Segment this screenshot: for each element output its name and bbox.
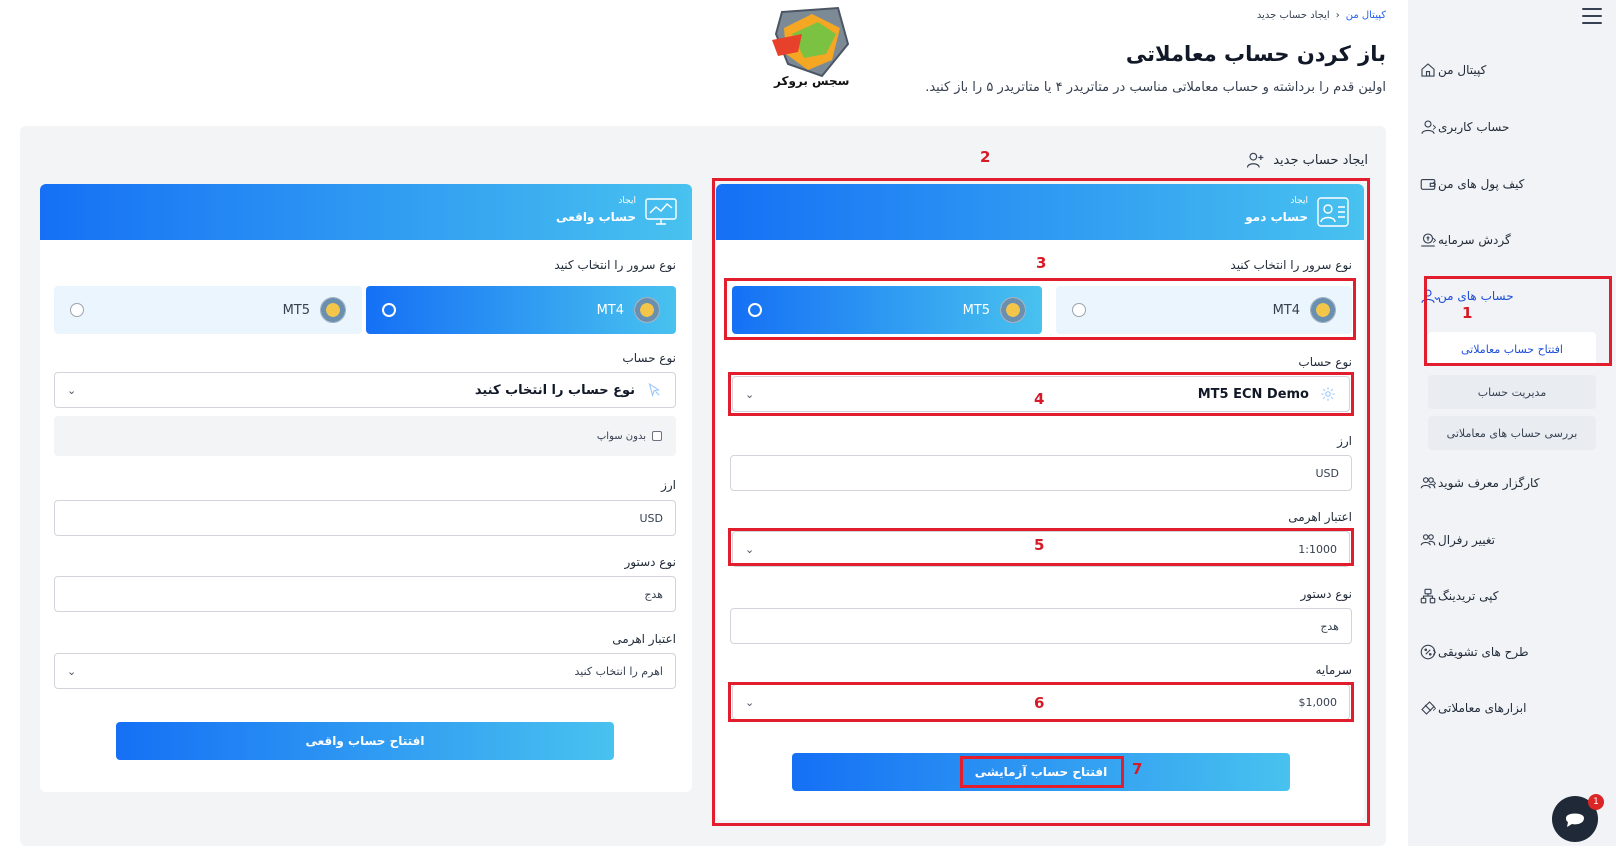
page-title: باز کردن حساب معاملاتی xyxy=(1125,42,1386,66)
sidebar-item-user-account[interactable]: ‹ حساب کاربری xyxy=(1408,107,1616,147)
real-leverage-select[interactable]: اهرم را انتخاب کنید ⌄ xyxy=(54,653,676,689)
demo-card-header: ایجاد حساب دمو xyxy=(716,184,1364,240)
hamburger-menu-icon[interactable] xyxy=(1582,8,1602,24)
sidebar: کپیتال من ‹ حساب کاربری ‹ کیف پول های من… xyxy=(1408,0,1616,846)
demo-capital-label: سرمایه xyxy=(1315,663,1352,677)
sidebar-item-copy-trading[interactable]: کپی تریدینگ xyxy=(1408,576,1616,616)
gear-icon xyxy=(1319,385,1337,403)
chevron-down-icon: ⌄ xyxy=(745,695,755,709)
annotation-number-1: 1 xyxy=(1462,304,1473,322)
annotation-number-6: 6 xyxy=(1034,694,1045,712)
radio-button[interactable] xyxy=(1072,303,1086,317)
brand-logo-text: سجس بروکر xyxy=(774,74,850,88)
demo-account-card: ایجاد حساب دمو xyxy=(716,184,1364,820)
home-icon xyxy=(1418,60,1438,80)
breadcrumb-home-link[interactable]: کپیتال من xyxy=(1346,10,1386,21)
real-server-option-mt4[interactable]: MT4 xyxy=(366,286,676,334)
radio-button-selected[interactable] xyxy=(382,303,396,317)
real-order-type-field[interactable]: هدج xyxy=(54,576,676,612)
demo-server-option-mt5[interactable]: MT5 xyxy=(732,286,1042,334)
swap-free-checkbox[interactable] xyxy=(652,431,662,441)
annotation-number-4: 4 xyxy=(1034,390,1045,408)
demo-order-type-field[interactable]: هدج xyxy=(730,608,1352,644)
breadcrumb-current: ایجاد حساب جدید xyxy=(1256,10,1330,21)
annotation-number-2: 2 xyxy=(980,148,991,166)
annotation-number-5: 5 xyxy=(1034,536,1045,554)
demo-order-type-label: نوع دستور xyxy=(1300,587,1352,601)
sidebar-item-capital-flow[interactable]: ‹ گردش سرمایه xyxy=(1408,220,1616,260)
sidebar-item-change-referral[interactable]: تغییر رفرال xyxy=(1408,520,1616,560)
cursor-click-icon xyxy=(645,381,663,399)
radio-button[interactable] xyxy=(70,303,84,317)
radio-button-selected[interactable] xyxy=(748,303,762,317)
breadcrumb: کپیتال من ‹ ایجاد حساب جدید xyxy=(1257,10,1386,21)
page-subtitle: اولین قدم را برداشته و حساب معاملاتی منا… xyxy=(925,80,1386,95)
sidebar-subitem-manage-account[interactable]: مدیریت حساب xyxy=(1428,375,1596,409)
chevron-down-icon: ⌄ xyxy=(745,387,755,401)
chevron-down-icon: ⌄ xyxy=(67,383,77,397)
chevron-left-icon: ‹ xyxy=(1432,476,1437,490)
demo-server-label: نوع سرور را انتخاب کنید xyxy=(1230,258,1352,272)
swap-free-container: بدون سواپ xyxy=(54,416,676,456)
chevron-left-icon: ‹ xyxy=(1432,233,1437,247)
real-account-card: ایجاد حساب واقعی xyxy=(40,184,692,792)
demo-currency-label: ارز xyxy=(1337,434,1352,448)
metatrader-icon xyxy=(320,297,346,323)
real-server-label: نوع سرور را انتخاب کنید xyxy=(554,258,676,272)
chevron-left-icon: ‹ xyxy=(1432,177,1437,191)
chat-bubble-icon xyxy=(1566,813,1584,827)
sidebar-subitem-open-trading-account[interactable]: افتتاح حساب معاملاتی xyxy=(1428,332,1596,366)
sidebar-item-become-ib[interactable]: ‹ کارگزار معرف شوید xyxy=(1408,463,1616,503)
real-account-type-label: نوع حساب xyxy=(622,351,676,365)
demo-server-option-mt4[interactable]: MT4 xyxy=(1056,286,1352,334)
network-icon xyxy=(1418,586,1438,606)
chevron-down-icon: ⌄ xyxy=(745,542,755,556)
real-currency-field[interactable]: USD xyxy=(54,500,676,536)
metatrader-icon xyxy=(1310,297,1336,323)
demo-currency-field[interactable]: USD xyxy=(730,455,1352,491)
sidebar-item-my-capital[interactable]: کپیتال من xyxy=(1408,50,1616,90)
section-title: ایجاد حساب جدید xyxy=(1245,150,1368,170)
add-user-icon xyxy=(1247,152,1264,168)
real-leverage-label: اعتبار اهرمی xyxy=(612,632,676,646)
real-currency-label: ارز xyxy=(661,478,676,492)
annotation-number-3: 3 xyxy=(1036,254,1047,272)
open-real-account-button[interactable]: افتتاح حساب واقعی xyxy=(116,722,614,760)
chevron-down-icon: ⌄ xyxy=(67,664,77,678)
real-account-type-select[interactable]: نوع حساب را انتخاب کنید ⌄ xyxy=(54,372,676,408)
chevron-down-icon: ⌄ xyxy=(1432,289,1443,303)
demo-account-icon xyxy=(1316,196,1350,228)
annotation-number-7: 7 xyxy=(1132,760,1143,778)
chevron-left-icon: ‹ xyxy=(1432,120,1437,134)
chevron-left-icon: ‹ xyxy=(1432,701,1437,715)
real-card-header: ایجاد حساب واقعی xyxy=(40,184,692,240)
demo-leverage-label: اعتبار اهرمی xyxy=(1288,510,1352,524)
chevron-left-icon: ‹ xyxy=(1432,645,1437,659)
real-order-type-label: نوع دستور xyxy=(624,555,676,569)
demo-account-type-label: نوع حساب xyxy=(1298,355,1352,369)
users-icon xyxy=(1418,530,1438,550)
sidebar-item-my-accounts[interactable]: ⌄ حساب های من xyxy=(1408,276,1616,316)
chat-notification-badge: 1 xyxy=(1588,794,1604,810)
chart-monitor-icon xyxy=(644,196,678,228)
sidebar-item-wallets[interactable]: ‹ کیف پول های من xyxy=(1408,164,1616,204)
open-demo-account-button[interactable]: افتتاح حساب آزمایشی xyxy=(792,753,1290,791)
sidebar-subitem-review-accounts[interactable]: بررسی حساب های معاملاتی xyxy=(1428,416,1596,450)
breadcrumb-separator: ‹ xyxy=(1335,10,1340,21)
real-server-option-mt5[interactable]: MT5 xyxy=(54,286,362,334)
metatrader-icon xyxy=(634,297,660,323)
metatrader-icon xyxy=(1000,297,1026,323)
sidebar-item-trading-tools[interactable]: ‹ ابزارهای معاملاتی xyxy=(1408,688,1616,728)
sidebar-item-promotions[interactable]: ‹ طرح های تشویقی xyxy=(1408,632,1616,672)
